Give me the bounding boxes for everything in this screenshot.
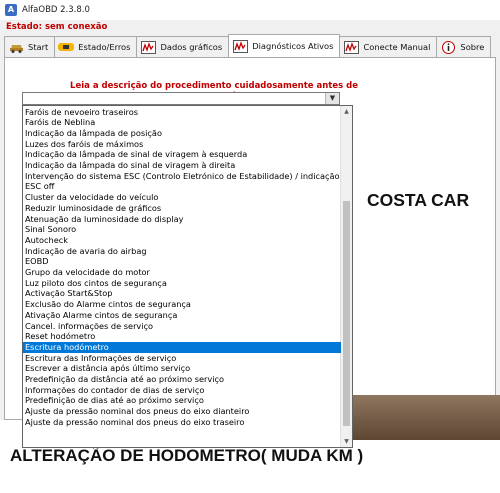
window-title: AlfaOBD 2.3.8.0 xyxy=(22,5,90,15)
dropdown-item[interactable]: Escrever a distância após último serviço xyxy=(23,363,341,374)
dropdown-item[interactable]: Indicação da lâmpada de posição xyxy=(23,128,341,139)
tab-label: Diagnósticos Ativos xyxy=(252,41,334,51)
tab-label: Conecte Manual xyxy=(363,42,431,52)
chart-icon xyxy=(232,39,248,54)
dropdown-item[interactable]: Luz piloto dos cintos de segurança xyxy=(23,278,341,289)
tab-start[interactable]: Start xyxy=(4,36,56,57)
dropdown-item[interactable]: Predefinição da distância até ao próximo… xyxy=(23,374,341,385)
dropdown-item[interactable]: Grupo da velocidade do motor xyxy=(23,267,341,278)
dropdown-item[interactable]: Activação Start&Stop xyxy=(23,288,341,299)
warning-icon xyxy=(58,40,75,55)
dropdown-item[interactable]: Reset hodómetro xyxy=(23,331,341,342)
tab-conecte-manual[interactable]: Conecte Manual xyxy=(339,36,438,57)
dropdown-item[interactable]: Exclusão do Alarme cintos de segurança xyxy=(23,299,341,310)
dropdown-item[interactable]: Faróis de nevoeiro traseiros xyxy=(23,107,341,118)
tab-dados-graficos[interactable]: Dados gráficos xyxy=(136,36,230,57)
dropdown-item[interactable]: Intervenção do sistema ESC (Controlo Ele… xyxy=(23,171,341,182)
dropdown-item[interactable]: EOBD xyxy=(23,256,341,267)
dropdown-item[interactable]: Cancel. informações de serviço xyxy=(23,321,341,332)
dropdown-item[interactable]: Escritura das Informações de serviço xyxy=(23,353,341,364)
dropdown-item[interactable]: Ativação Alarme cintos de segurança xyxy=(23,310,341,321)
tab-sobre[interactable]: Sobre xyxy=(436,36,492,57)
tab-bar: Start Estado/Erros Dados gráficos Diagnó… xyxy=(4,34,492,58)
tab-label: Sobre xyxy=(460,42,485,52)
dropdown-item[interactable]: Ajuste da pressão nominal dos pneus do e… xyxy=(23,406,341,417)
dropdown-item[interactable]: ESC off xyxy=(23,181,341,192)
tab-estado-erros[interactable]: Estado/Erros xyxy=(54,36,138,57)
dropdown-item[interactable]: Indicação da lâmpada do sinal de viragem… xyxy=(23,160,341,171)
dropdown-item[interactable]: Luzes dos faróis de máximos xyxy=(23,139,341,150)
chart-icon xyxy=(140,40,156,55)
scroll-down-icon[interactable]: ▼ xyxy=(341,436,352,447)
app-logo-icon: A xyxy=(5,4,17,16)
dropdown-item[interactable]: Indicação da lâmpada de sinal de viragem… xyxy=(23,149,341,160)
tab-label: Estado/Erros xyxy=(78,42,131,52)
dropdown-item[interactable]: Predefinição de dias até ao próximo serv… xyxy=(23,395,341,406)
dropdown-item[interactable]: Atenuação da luminosidade do display xyxy=(23,214,341,225)
car-icon xyxy=(8,40,24,55)
caption-text: ALTERAÇÃO DE HODOMETRO( MUDA KM ) xyxy=(10,446,364,465)
dropdown-item[interactable]: Informações do contador de dias de servi… xyxy=(23,385,341,396)
procedure-dropdown-list[interactable]: ▲ ▼ Faróis de nevoeiro traseiros Faróis d… xyxy=(22,105,353,448)
chart-icon xyxy=(343,40,359,55)
scroll-thumb[interactable] xyxy=(343,201,350,426)
info-icon xyxy=(440,40,456,55)
dropdown-scrollbar[interactable]: ▲ ▼ xyxy=(340,106,352,447)
connection-status: Estado: sem conexão xyxy=(6,22,108,32)
dropdown-item[interactable]: Ajuste da pressão nominal dos pneus do e… xyxy=(23,417,341,428)
background-floor xyxy=(353,395,500,440)
company-watermark: COSTA CAR xyxy=(367,190,470,210)
procedure-select[interactable]: ▼ xyxy=(22,92,340,105)
dropdown-item[interactable]: Reduzir luminosidade de gráficos xyxy=(23,203,341,214)
dropdown-item[interactable]: Indicação de avaria do airbag xyxy=(23,246,341,257)
dropdown-item[interactable]: Autocheck xyxy=(23,235,341,246)
scroll-up-icon[interactable]: ▲ xyxy=(341,106,352,117)
chevron-down-icon[interactable]: ▼ xyxy=(325,93,339,104)
tab-diagnosticos-ativos[interactable]: Diagnósticos Ativos xyxy=(228,34,341,57)
tab-label: Dados gráficos xyxy=(160,42,223,52)
dropdown-item[interactable]: Cluster da velocidade do veículo xyxy=(23,192,341,203)
title-bar: A AlfaOBD 2.3.8.0 xyxy=(0,0,500,20)
dropdown-item[interactable]: Escritura hodómetro xyxy=(23,341,341,353)
dropdown-item[interactable]: Faróis de Neblina xyxy=(23,117,341,128)
dropdown-item[interactable]: Sinal Sonoro xyxy=(23,224,341,235)
tab-label: Start xyxy=(28,42,49,52)
